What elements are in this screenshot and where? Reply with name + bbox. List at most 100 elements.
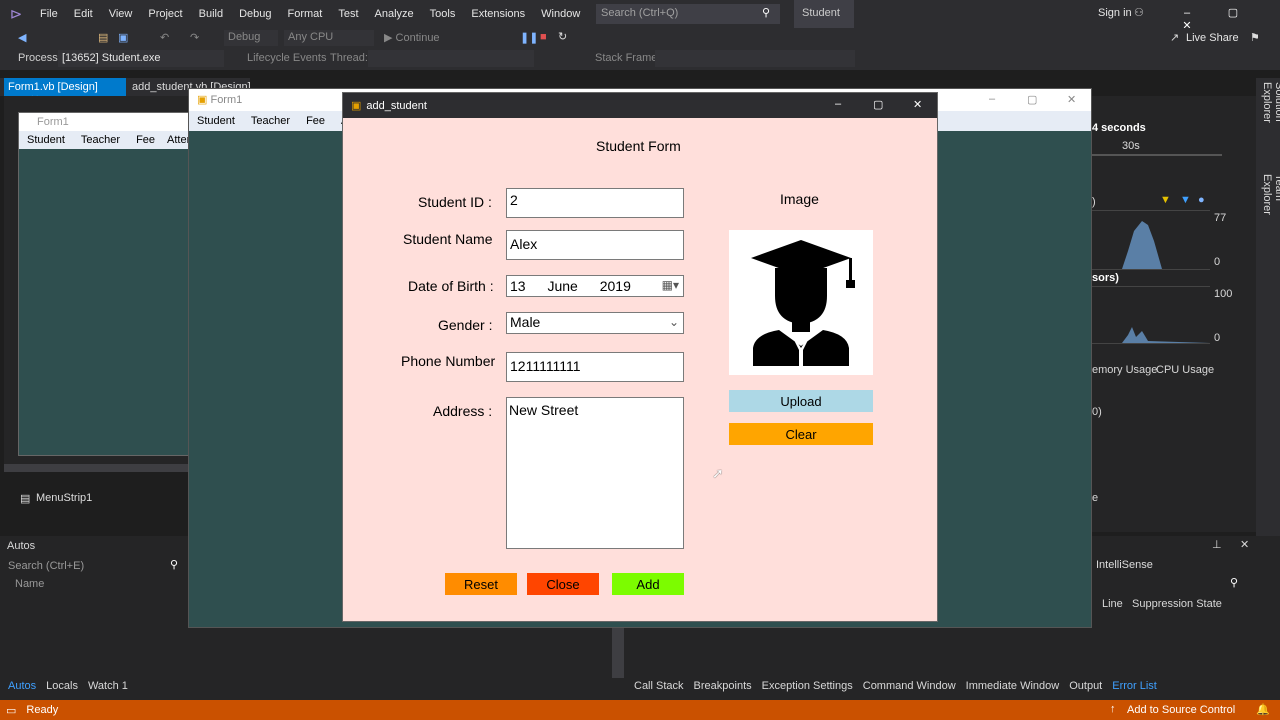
live-share-button[interactable]: Live Share: [1186, 32, 1239, 44]
open-icon[interactable]: ▤: [98, 31, 108, 44]
stack-frame-dropdown[interactable]: [655, 50, 855, 67]
add-student-dialog: ▣ add_student – ▢ ✕ Student Form Student…: [342, 92, 938, 622]
menustrip-tray-item[interactable]: MenuStrip1: [36, 492, 92, 504]
search-icon[interactable]: ⚲: [762, 6, 770, 19]
feedback-icon[interactable]: ⚑: [1250, 31, 1260, 44]
designer-menu-teacher[interactable]: Teacher: [73, 134, 128, 146]
dialog-minimize-icon[interactable]: –: [835, 98, 841, 110]
menu-project[interactable]: Project: [140, 8, 190, 20]
tab-breakpoints[interactable]: Breakpoints: [689, 680, 757, 692]
search-input[interactable]: Search (Ctrl+Q): [596, 4, 780, 24]
phone-input[interactable]: 1211111111: [506, 352, 684, 382]
diag-marker-yellow-icon: ▼: [1160, 194, 1171, 206]
designer-menu-attendance[interactable]: Atten: [163, 134, 189, 146]
autos-search-input[interactable]: Search (Ctrl+E): [8, 560, 84, 572]
gender-select[interactable]: Male ⌄: [506, 312, 684, 334]
source-control-icon[interactable]: ↑: [1110, 703, 1116, 715]
restart-icon[interactable]: ↻: [558, 30, 567, 43]
component-tray: ▤ MenuStrip1: [4, 472, 190, 532]
close-button[interactable]: Close: [527, 573, 599, 595]
tab-immediate-window[interactable]: Immediate Window: [961, 680, 1065, 692]
form1-menu-fee[interactable]: Fee: [298, 115, 333, 127]
add-source-control[interactable]: Add to Source Control: [1127, 704, 1235, 716]
config-dropdown[interactable]: Debug: [224, 30, 278, 46]
autos-search-icon[interactable]: ⚲: [170, 558, 178, 571]
chevron-down-icon[interactable]: ⌄: [669, 315, 679, 329]
tab-form1-design[interactable]: Form1.vb [Design] ✕: [4, 78, 126, 106]
clear-button[interactable]: Clear: [729, 423, 873, 445]
menu-edit[interactable]: Edit: [66, 8, 101, 20]
tab-call-stack[interactable]: Call Stack: [629, 680, 689, 692]
menu-debug[interactable]: Debug: [231, 8, 279, 20]
continue-button[interactable]: ▶ Continue: [384, 31, 440, 44]
minimize-icon[interactable]: –: [1164, 7, 1210, 19]
student-id-input[interactable]: 2: [506, 188, 684, 218]
menu-analyze[interactable]: Analyze: [367, 8, 422, 20]
intellisense-filter[interactable]: IntelliSense: [1094, 558, 1174, 574]
tab-output[interactable]: Output: [1064, 680, 1107, 692]
vs-logo-icon[interactable]: ⊳: [0, 5, 32, 23]
cpu-usage-tab[interactable]: CPU Usage: [1156, 364, 1214, 376]
column-suppression-state[interactable]: Suppression State: [1132, 598, 1222, 610]
maximize-icon[interactable]: ▢: [1210, 6, 1256, 19]
memory-graph: [1092, 210, 1210, 270]
memory-usage-tab[interactable]: emory Usage: [1092, 364, 1157, 376]
pin-icon[interactable]: ⊥: [1212, 538, 1222, 551]
save-icon[interactable]: ▣: [118, 31, 128, 44]
tab-locals[interactable]: Locals: [41, 680, 83, 692]
lifecycle-events[interactable]: Lifecycle Events: [247, 52, 326, 64]
designer-menu-fee[interactable]: Fee: [128, 134, 163, 146]
menu-extensions[interactable]: Extensions: [463, 8, 533, 20]
menu-format[interactable]: Format: [280, 8, 331, 20]
designer-menu-student[interactable]: Student: [19, 134, 73, 146]
tab-error-list[interactable]: Error List: [1107, 680, 1162, 692]
form1-menu-student[interactable]: Student: [189, 115, 243, 127]
continue-label: Continue: [395, 32, 440, 44]
dob-picker[interactable]: 13 June 2019 ▦▾: [506, 275, 684, 297]
tab-exception-settings[interactable]: Exception Settings: [757, 680, 858, 692]
calendar-dropdown-icon[interactable]: ▦▾: [662, 278, 679, 292]
add-button[interactable]: Add: [612, 573, 684, 595]
menu-window[interactable]: Window: [533, 8, 588, 20]
form1-close-icon[interactable]: ✕: [1067, 93, 1076, 106]
autos-scrollbar[interactable]: [612, 628, 624, 678]
label-gender: Gender :: [438, 317, 493, 333]
dialog-maximize-icon[interactable]: ▢: [873, 98, 883, 111]
account-icon[interactable]: ⚇: [1134, 6, 1144, 19]
back-icon[interactable]: ◀: [18, 31, 26, 44]
tab-watch1[interactable]: Watch 1: [83, 680, 133, 692]
designer-form1[interactable]: Form1 Student Teacher Fee Atten: [18, 112, 190, 456]
menu-view[interactable]: View: [101, 8, 141, 20]
tab-autos[interactable]: Autos: [0, 680, 41, 692]
dialog-close-icon[interactable]: ✕: [913, 98, 922, 111]
column-line[interactable]: Line: [1102, 598, 1123, 610]
student-name-input[interactable]: Alex: [506, 230, 684, 260]
thread-dropdown[interactable]: [368, 50, 534, 67]
form1-maximize-icon[interactable]: ▢: [1027, 93, 1037, 106]
pause-icon[interactable]: ❚❚: [520, 31, 538, 44]
form1-minimize-icon[interactable]: –: [989, 93, 995, 105]
tab-command-window[interactable]: Command Window: [858, 680, 961, 692]
stop-icon[interactable]: ■: [540, 31, 547, 43]
process-dropdown[interactable]: [13652] Student.exe: [58, 50, 224, 67]
reset-button[interactable]: Reset: [445, 573, 517, 595]
team-explorer-tab[interactable]: Team Explorer: [1261, 174, 1280, 244]
redo-icon[interactable]: ↷: [190, 31, 199, 44]
menu-file[interactable]: File: [32, 8, 66, 20]
horizontal-scrollbar[interactable]: [4, 464, 190, 472]
upload-button[interactable]: Upload: [729, 390, 873, 412]
live-share-icon[interactable]: ↗: [1170, 31, 1179, 44]
notification-icon[interactable]: 🔔: [1256, 703, 1270, 716]
errorlist-search-icon[interactable]: ⚲: [1230, 576, 1238, 589]
menu-tools[interactable]: Tools: [422, 8, 464, 20]
form1-menu-teacher[interactable]: Teacher: [243, 115, 298, 127]
dob-year: 2019: [599, 278, 631, 294]
platform-dropdown[interactable]: Any CPU: [284, 30, 374, 46]
undo-icon[interactable]: ↶: [160, 31, 169, 44]
signin-link[interactable]: Sign in: [1098, 7, 1132, 19]
menu-test[interactable]: Test: [330, 8, 366, 20]
menu-build[interactable]: Build: [191, 8, 231, 20]
address-textarea[interactable]: New Street: [506, 397, 684, 549]
solution-explorer-tab[interactable]: Solution Explorer: [1261, 82, 1280, 162]
close-panel-icon[interactable]: ✕: [1240, 538, 1249, 551]
